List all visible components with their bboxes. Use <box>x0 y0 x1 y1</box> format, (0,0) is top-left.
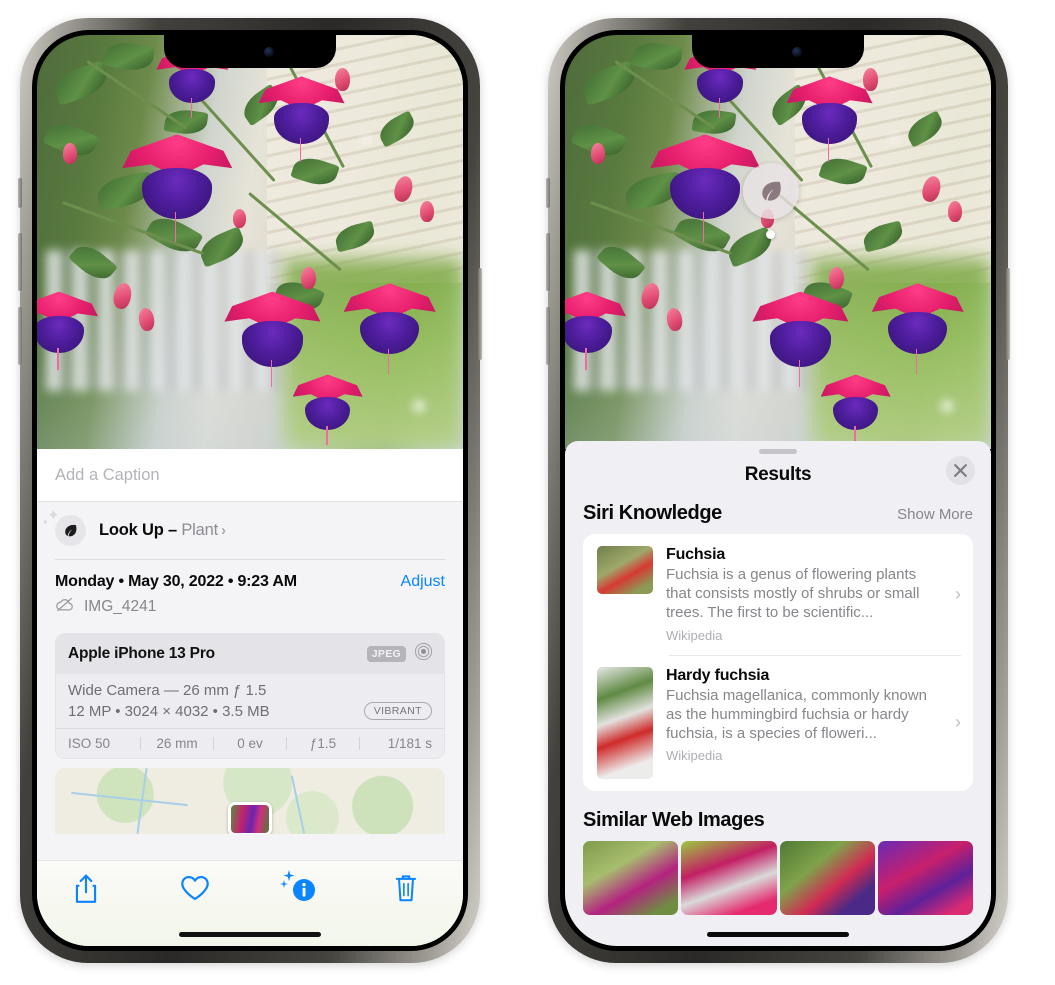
photo-filename: IMG_4241 <box>84 598 157 615</box>
volume-down-button-right[interactable] <box>546 307 550 365</box>
chevron-right-icon: › <box>220 522 226 539</box>
volume-up-button-right[interactable] <box>546 233 550 291</box>
exif-row: ISO 50 26 mm 0 ev ƒ1.5 1/181 s <box>56 728 444 758</box>
results-title: Results <box>744 464 812 485</box>
mute-switch-right[interactable] <box>546 178 550 208</box>
camera-device-name: Apple iPhone 13 Pro <box>68 645 215 662</box>
volume-up-button[interactable] <box>18 233 22 291</box>
look-up-row[interactable]: ✦ ✦ Look Up – Plant › <box>37 502 463 559</box>
cloud-slash-icon <box>55 597 75 617</box>
aperture-icon <box>414 642 433 666</box>
knowledge-item-source: Wikipedia <box>666 748 723 764</box>
power-button[interactable] <box>478 268 482 360</box>
knowledge-item-description: Fuchsia magellanica, commonly known as t… <box>666 686 927 742</box>
exif-exposure: 0 ev <box>237 736 263 751</box>
left-phone-screen: Add a Caption ✦ ✦ Look Up – Plant › Mond… <box>37 35 463 946</box>
knowledge-item-source: Wikipedia <box>666 627 723 643</box>
exif-iso: ISO 50 <box>68 736 111 751</box>
home-indicator[interactable] <box>179 932 321 937</box>
right-phone-bezel: Results Siri Knowledge Show More Fuchsia… <box>560 30 996 951</box>
chevron-right-icon: › <box>955 712 961 733</box>
visual-lookup-anchor-dot <box>766 230 775 239</box>
photo-date: Monday • May 30, 2022 • 9:23 AM <box>55 573 297 590</box>
similar-web-images-strip[interactable] <box>565 840 991 915</box>
mute-switch[interactable] <box>18 178 22 208</box>
leaf-icon <box>762 181 781 201</box>
sparkle-icon-small <box>280 880 289 888</box>
screenshot-root: Add a Caption ✦ ✦ Look Up – Plant › Mond… <box>0 0 1055 985</box>
volume-down-button[interactable] <box>18 307 22 365</box>
right-phone-device: Results Siri Knowledge Show More Fuchsia… <box>546 18 1010 963</box>
knowledge-item-title: Hardy fuchsia <box>666 666 770 684</box>
look-up-label: Look Up – Plant › <box>99 521 226 540</box>
photo-viewer-right[interactable] <box>565 35 991 449</box>
web-image-3[interactable] <box>779 840 875 915</box>
photo-location-map[interactable] <box>55 768 445 834</box>
map-pin-thumbnail <box>231 805 269 833</box>
power-button-right[interactable] <box>1006 268 1010 360</box>
photographic-style-badge: VIBRANT <box>363 702 432 720</box>
notch-right <box>692 35 864 68</box>
siri-knowledge-header: Siri Knowledge Show More <box>565 500 991 534</box>
knowledge-item-description: Fuchsia is a genus of flowering plants t… <box>666 566 920 622</box>
web-image-2[interactable] <box>681 840 777 915</box>
visual-lookup-badge[interactable] <box>743 163 799 219</box>
chevron-right-icon: › <box>955 583 961 604</box>
notch <box>164 35 336 68</box>
left-phone-bezel: Add a Caption ✦ ✦ Look Up – Plant › Mond… <box>32 30 468 951</box>
exif-aperture: ƒ1.5 <box>309 736 337 751</box>
leaf-icon: ✦ ✦ <box>42 508 86 546</box>
caption-field[interactable]: Add a Caption <box>37 449 463 502</box>
adjust-button[interactable]: Adjust <box>401 573 445 591</box>
knowledge-item-title: Fuchsia <box>666 546 726 563</box>
left-phone-device: Add a Caption ✦ ✦ Look Up – Plant › Mond… <box>18 18 482 963</box>
photo-porch-siding-right <box>795 35 991 284</box>
fuchsia-thumbnail <box>597 546 653 594</box>
photo-metadata: Monday • May 30, 2022 • 9:23 AM Adjust I… <box>37 560 463 627</box>
knowledge-item[interactable]: Fuchsia Fuchsia is a genus of flowering … <box>583 534 973 655</box>
camera-card-body: Wide Camera — 26 mm ƒ 1.5 12 MP • 3024 ×… <box>56 674 444 728</box>
web-image-4[interactable] <box>877 840 973 915</box>
show-more-button[interactable]: Show More <box>897 506 973 523</box>
siri-knowledge-card: Fuchsia Fuchsia is a genus of flowering … <box>583 534 973 791</box>
knowledge-item[interactable]: Hardy fuchsia Fuchsia magellanica, commo… <box>583 654 973 791</box>
delete-button[interactable] <box>393 873 427 907</box>
sparkle-icon-small: ✦ <box>42 518 49 527</box>
info-button[interactable] <box>280 870 320 907</box>
look-up-title: Look Up – <box>99 521 182 539</box>
close-icon <box>954 464 967 477</box>
front-camera-icon <box>264 46 274 57</box>
camera-specs-line: 12 MP • 3024 × 4032 • 3.5 MB <box>68 702 270 720</box>
share-button[interactable] <box>73 873 107 907</box>
exif-shutter: 1/181 s <box>387 736 432 751</box>
look-up-subject: Plant <box>181 521 218 539</box>
hardy-fuchsia-thumbnail <box>597 666 653 779</box>
similar-web-images-header: Similar Web Images <box>565 791 991 841</box>
similar-web-images-heading: Similar Web Images <box>583 808 765 831</box>
camera-lens-line: Wide Camera — 26 mm ƒ 1.5 <box>68 682 267 699</box>
results-header: Results <box>565 454 991 500</box>
photo-porch-siding <box>267 35 463 284</box>
photo-info-sheet: Add a Caption ✦ ✦ Look Up – Plant › Mond… <box>37 449 463 946</box>
exif-focal: 26 mm <box>156 736 198 751</box>
web-image-1[interactable] <box>583 840 679 915</box>
favorite-button[interactable] <box>180 873 214 907</box>
close-button[interactable] <box>946 456 975 485</box>
photo-viewer[interactable] <box>37 35 463 449</box>
results-sheet: Results Siri Knowledge Show More Fuchsia… <box>565 441 991 946</box>
camera-info-card[interactable]: Apple iPhone 13 Pro JPEG Wide Camera — 2… <box>55 633 445 759</box>
camera-card-header: Apple iPhone 13 Pro JPEG <box>56 634 444 674</box>
format-badge: JPEG <box>366 646 406 662</box>
front-camera-icon-right <box>792 46 802 57</box>
map-photo-pin[interactable] <box>228 802 272 834</box>
home-indicator-right[interactable] <box>707 932 849 937</box>
right-phone-screen: Results Siri Knowledge Show More Fuchsia… <box>565 35 991 946</box>
siri-knowledge-heading: Siri Knowledge <box>583 502 722 524</box>
caption-placeholder: Add a Caption <box>55 466 160 484</box>
